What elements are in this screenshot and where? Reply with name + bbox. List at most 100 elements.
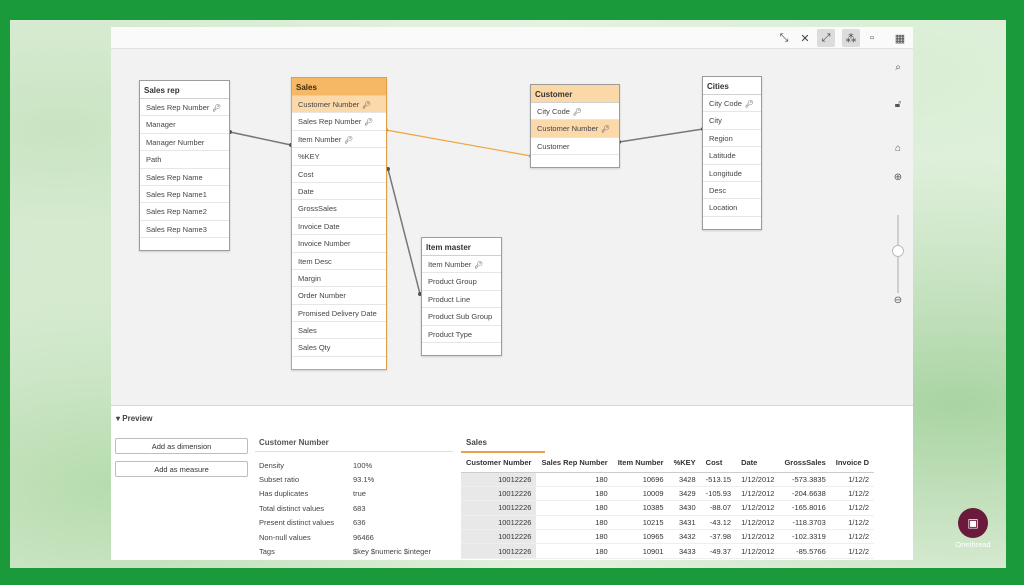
column-header[interactable]: Sales Rep Number: [536, 453, 613, 473]
lock-icon[interactable]: 🔓︎: [891, 97, 905, 111]
column-header[interactable]: GrossSales: [779, 453, 831, 473]
field-name: Manager Number: [146, 137, 205, 147]
stat-value: 96466: [353, 532, 374, 542]
stat-value: 683: [353, 503, 366, 513]
field-row[interactable]: Product Line: [422, 291, 501, 309]
field-row[interactable]: Path: [140, 151, 229, 169]
table-row: 10012226 180 10965 3432 -37.98 1/12/2012 -102.…: [461, 529, 875, 545]
field-name: Customer: [537, 141, 570, 151]
field-row[interactable]: Date: [292, 183, 386, 201]
field-row[interactable]: Region: [703, 130, 761, 148]
table-cell: -49.37: [700, 543, 737, 559]
grid-view-icon[interactable]: ▦: [891, 29, 909, 47]
home-icon[interactable]: ⌂: [891, 141, 905, 155]
field-row[interactable]: Customer Number 🔑︎: [292, 96, 386, 114]
field-row[interactable]: Item Number 🔑︎: [422, 256, 501, 274]
field-row[interactable]: Sales Rep Name: [140, 169, 229, 186]
field-name: Path: [146, 155, 162, 165]
stat-value: 100%: [353, 460, 373, 470]
column-header[interactable]: Date: [736, 453, 780, 473]
table-cell: -105.93: [700, 486, 737, 502]
field-row[interactable]: Sales Rep Number 🔑︎: [140, 99, 229, 117]
field-row[interactable]: Customer Number 🔑︎: [531, 120, 619, 138]
field-name: Product Sub Group: [428, 312, 493, 322]
field-row[interactable]: Invoice Number: [292, 235, 386, 253]
table-cell: 1/12/2: [830, 472, 875, 487]
layout-icon[interactable]: ▫: [863, 29, 881, 47]
collapse-all-icon[interactable]: ⤡: [775, 29, 793, 47]
stat-label: Has duplicates: [259, 489, 309, 499]
table-cell: -513.15: [700, 472, 737, 487]
field-row[interactable]: Customer: [531, 138, 619, 156]
search-icon[interactable]: ⌕: [891, 60, 905, 74]
table-sales-rep[interactable]: Sales rep Sales Rep Number 🔑︎ Manager Manag…: [139, 80, 230, 252]
field-row[interactable]: Location: [703, 199, 761, 217]
field-row[interactable]: Order Number: [292, 287, 386, 305]
field-row[interactable]: Promised Delivery Date: [292, 305, 386, 323]
field-row[interactable]: Item Desc: [292, 253, 386, 270]
field-row[interactable]: Product Type: [422, 326, 501, 343]
table-cell: 3433: [668, 543, 701, 559]
field-row[interactable]: %KEY: [292, 148, 386, 166]
preview-table-title[interactable]: Sales: [461, 436, 545, 453]
field-row[interactable]: Cost: [292, 166, 386, 183]
field-statistics: Customer Number Density 100% Subset ratio 9…: [255, 436, 453, 559]
field-row[interactable]: GrossSales: [292, 200, 386, 218]
field-row[interactable]: Manager: [140, 116, 229, 134]
field-row[interactable]: City Code 🔑︎: [703, 95, 761, 113]
field-row[interactable]: Product Group: [422, 273, 501, 291]
field-row[interactable]: Sales Qty: [292, 339, 386, 357]
field-name: Sales: [298, 326, 317, 336]
table-customer[interactable]: Customer City Code 🔑︎ Customer Number 🔑︎ Cus…: [530, 84, 620, 169]
field-row[interactable]: Sales Rep Name2: [140, 203, 229, 221]
field-title: Customer Number: [255, 436, 453, 452]
table-cell: 1/12/2012: [736, 543, 780, 559]
column-header[interactable]: Customer Number: [461, 453, 537, 473]
zoom-slider-handle[interactable]: [892, 245, 904, 257]
expand-links-icon[interactable]: ✕: [796, 29, 814, 47]
zoom-in-icon[interactable]: ⊕: [891, 170, 905, 184]
add-as-measure-button[interactable]: Add as measure: [115, 461, 248, 477]
field-row[interactable]: Margin: [292, 270, 386, 288]
column-header[interactable]: Item Number: [612, 453, 669, 473]
column-header[interactable]: Invoice D: [830, 453, 875, 473]
show-associations-icon[interactable]: ⁂: [842, 29, 860, 47]
zoom-out-icon[interactable]: ⊖: [891, 293, 905, 307]
table-item-master[interactable]: Item master Item Number 🔑︎ Product Group Pr…: [421, 237, 502, 356]
preview-heading[interactable]: ▾ Preview: [116, 414, 153, 423]
add-as-dimension-button[interactable]: Add as dimension: [115, 438, 248, 454]
field-row[interactable]: Sales Rep Name1: [140, 186, 229, 204]
table-cell: -573.3835: [779, 472, 831, 487]
field-row[interactable]: Sales Rep Number 🔑︎: [292, 113, 386, 131]
field-row[interactable]: Sales: [292, 322, 386, 340]
stat-value: 636: [353, 518, 366, 528]
table-cell: 3430: [668, 500, 701, 516]
model-canvas[interactable]: Sales rep Sales Rep Number 🔑︎ Manager Manag…: [111, 50, 913, 405]
field-row[interactable]: City Code 🔑︎: [531, 103, 619, 121]
table-cities[interactable]: Cities City Code 🔑︎ City Region Latitude Long…: [702, 76, 762, 230]
stat-label: Non-null values: [259, 532, 311, 542]
field-row[interactable]: Desc: [703, 182, 761, 200]
field-row[interactable]: Latitude: [703, 147, 761, 165]
field-row[interactable]: Item Number 🔑︎: [292, 131, 386, 149]
table-cell: 180: [536, 529, 613, 545]
field-row[interactable]: Longitude: [703, 165, 761, 182]
field-name: Product Line: [428, 294, 471, 304]
table-cell: 3431: [668, 515, 701, 531]
field-row[interactable]: Sales Rep Name3: [140, 221, 229, 239]
field-name: Longitude: [709, 168, 742, 178]
field-row[interactable]: City: [703, 112, 761, 130]
field-row[interactable]: Product Sub Group: [422, 308, 501, 326]
field-name: Sales Rep Number: [298, 117, 362, 127]
link-sales-customer: [385, 129, 532, 157]
field-row[interactable]: Manager Number: [140, 134, 229, 152]
column-header[interactable]: Cost: [700, 453, 737, 473]
field-name: Product Type: [428, 329, 473, 339]
field-name: Manager: [146, 120, 176, 130]
table-cell: 180: [536, 472, 613, 487]
shrink-icon[interactable]: ⤢: [817, 29, 835, 47]
field-row[interactable]: Invoice Date: [292, 218, 386, 236]
column-header[interactable]: %KEY: [668, 453, 701, 473]
table-sales[interactable]: Sales Customer Number 🔑︎ Sales Rep Number 🔑…: [291, 77, 387, 370]
table-cell: 1/12/2: [830, 486, 875, 502]
